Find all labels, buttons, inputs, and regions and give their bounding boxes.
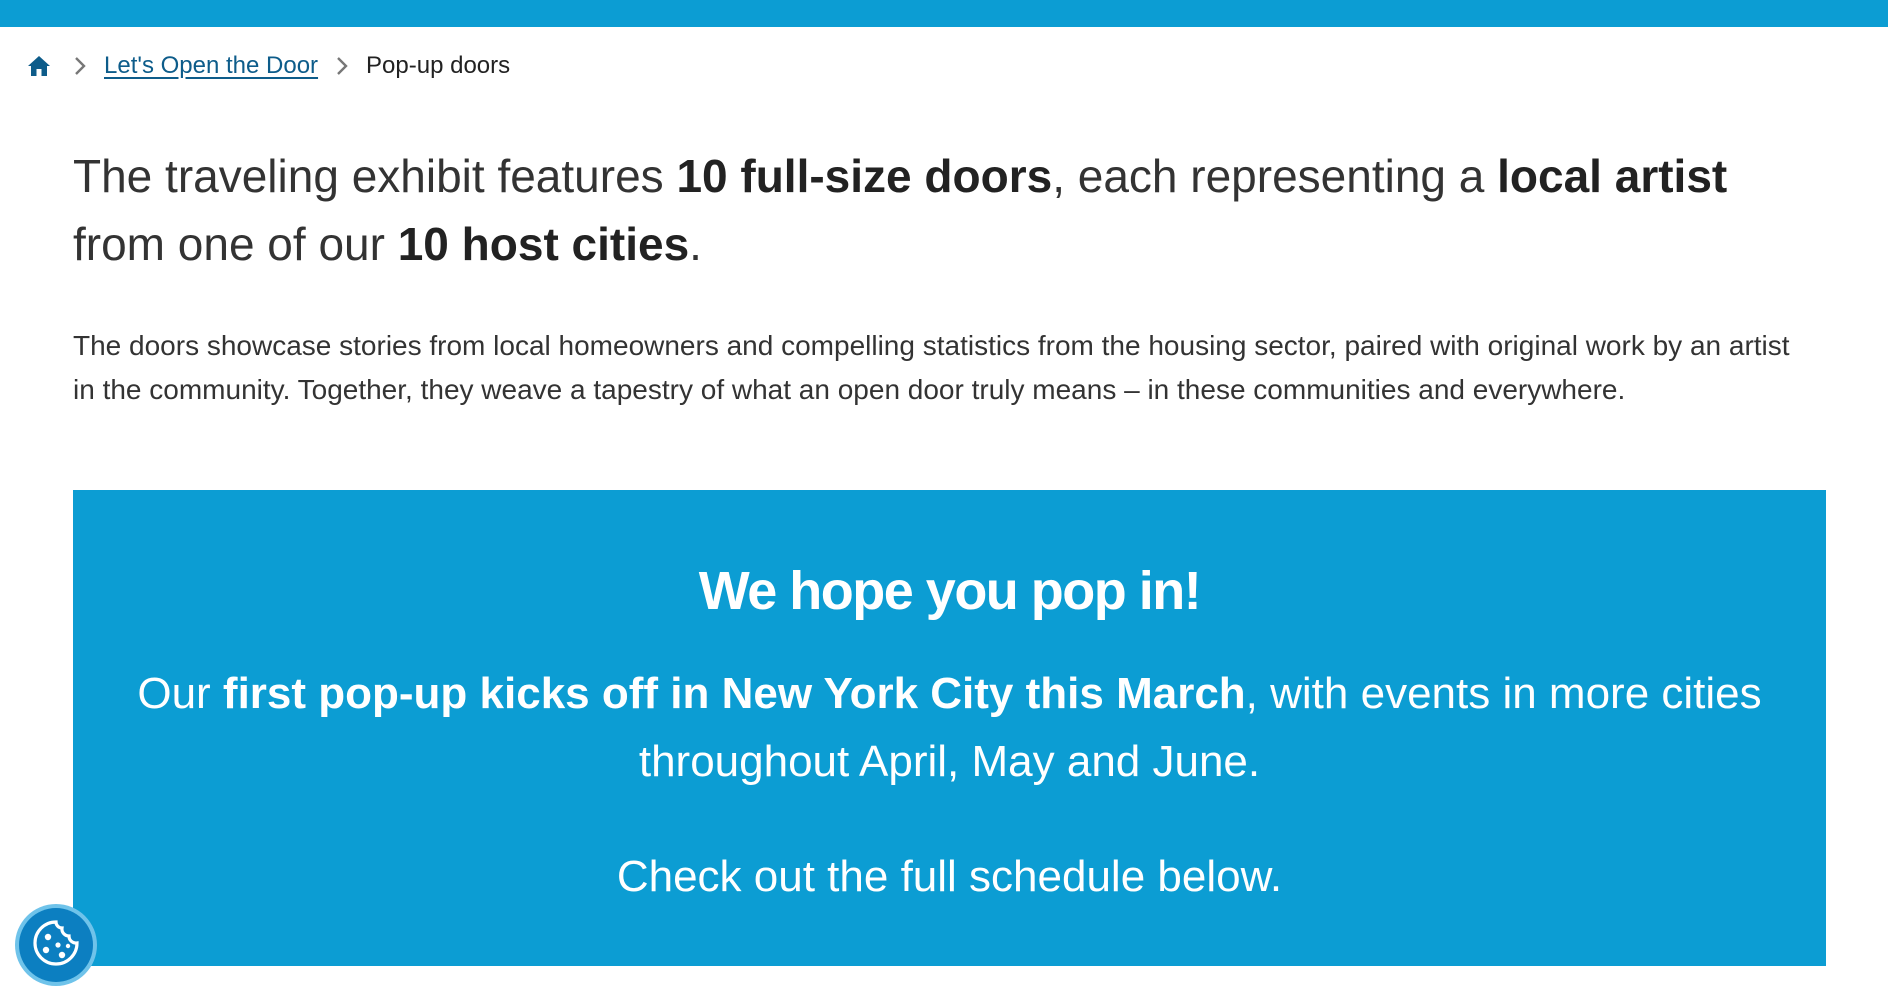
lead-bold-doors: 10 full-size doors: [676, 150, 1053, 202]
chevron-right-icon: [330, 54, 354, 78]
top-banner-bar: [0, 0, 1888, 27]
cookie-settings-button[interactable]: [19, 908, 93, 982]
lead-text: .: [689, 218, 702, 270]
popup-promo-banner: We hope you pop in! Our first pop-up kic…: [73, 490, 1826, 966]
breadcrumb: Let's Open the Door Pop-up doors: [26, 48, 510, 84]
lead-text: from one of our: [73, 218, 398, 270]
promo-text: Our: [137, 669, 223, 718]
cookie-icon: [31, 918, 81, 973]
chevron-right-icon: [68, 54, 92, 78]
lead-text: , each representing a: [1052, 150, 1498, 202]
promo-schedule-text: Our first pop-up kicks off in New York C…: [133, 660, 1766, 796]
home-icon[interactable]: [26, 53, 52, 79]
promo-heading: We hope you pop in!: [698, 561, 1202, 621]
lead-bold-artist: local artist: [1497, 150, 1728, 202]
intro-body: The doors showcase stories from local ho…: [73, 330, 1790, 405]
lead-text: The traveling exhibit features: [73, 150, 677, 202]
lead-bold-cities: 10 host cities: [397, 218, 690, 270]
breadcrumb-link-lets-open-the-door[interactable]: Let's Open the Door: [104, 52, 318, 80]
promo-bold-text: first pop-up kicks off in New York City …: [222, 669, 1246, 718]
promo-cta-text: Check out the full schedule below.: [616, 852, 1283, 901]
intro-lead: The traveling exhibit features 10 full-s…: [73, 142, 1813, 278]
breadcrumb-current-page: Pop-up doors: [366, 52, 511, 79]
